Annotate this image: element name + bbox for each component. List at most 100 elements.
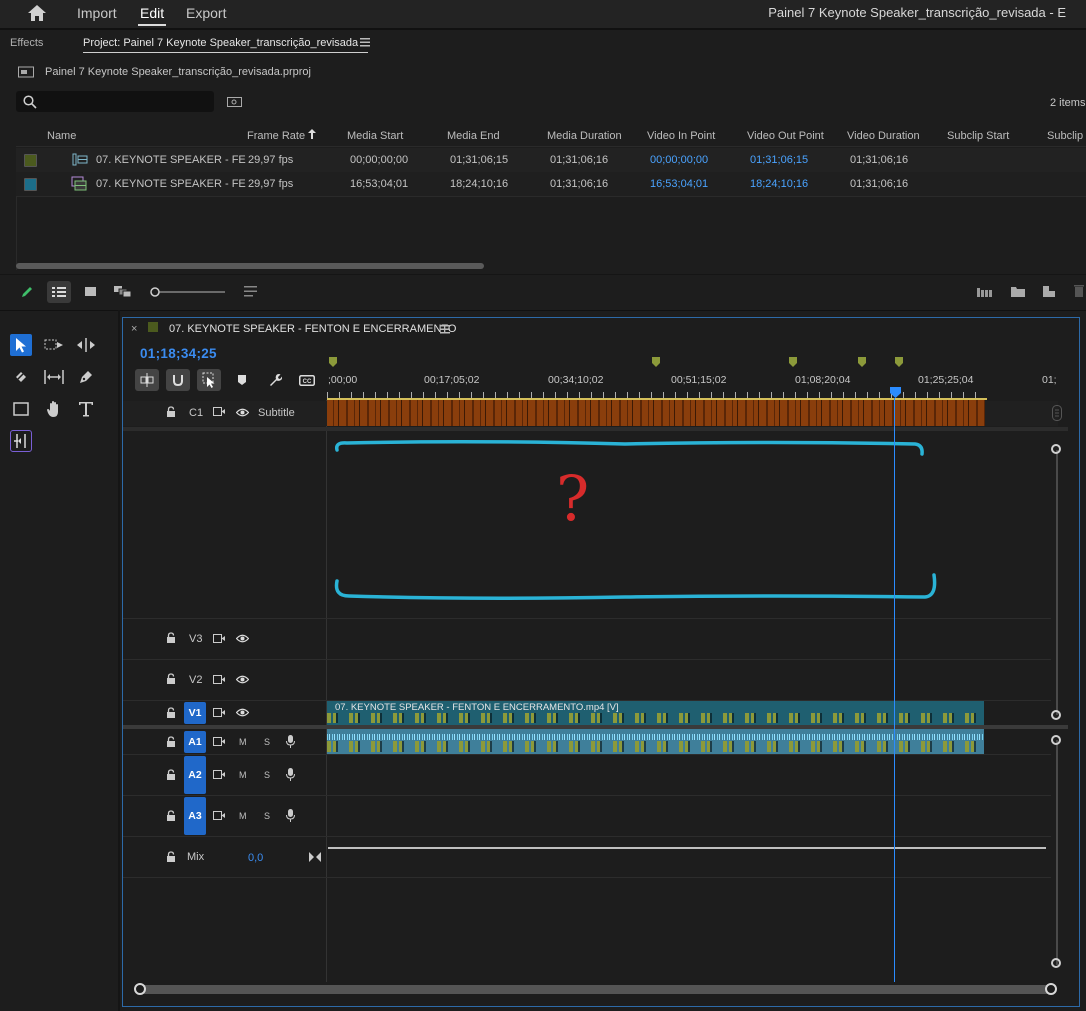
sync-lock-icon[interactable] <box>213 770 225 779</box>
column-video-in-point[interactable]: Video In Point <box>647 130 715 142</box>
captions-icon[interactable]: CC <box>299 375 315 386</box>
search-input[interactable] <box>16 91 214 112</box>
mute-button[interactable]: M <box>239 737 247 747</box>
subtitle-clip[interactable] <box>327 400 985 426</box>
column-media-duration[interactable]: Media Duration <box>547 130 622 142</box>
playhead-timecode[interactable]: 01;18;34;25 <box>140 346 217 361</box>
mute-button[interactable]: M <box>239 770 247 780</box>
menu-edit[interactable]: Edit <box>137 5 167 26</box>
column-subclip[interactable]: Subclip <box>1047 130 1083 142</box>
close-sequence-icon[interactable]: × <box>131 323 137 335</box>
solo-button[interactable]: S <box>264 811 270 821</box>
sync-lock-icon[interactable] <box>213 811 225 820</box>
home-icon[interactable] <box>27 4 47 22</box>
track-label-v2[interactable]: V2 <box>189 674 202 686</box>
column-media-start[interactable]: Media Start <box>347 130 403 142</box>
track-target-v1[interactable]: V1 <box>184 702 206 724</box>
column-frame-rate[interactable]: Frame Rate <box>247 130 305 142</box>
find-bin-icon[interactable] <box>227 96 242 107</box>
remix-tool[interactable] <box>10 430 32 452</box>
rectangle-tool[interactable] <box>10 398 32 420</box>
voice-over-mic-icon[interactable] <box>286 768 295 781</box>
sequence-tab[interactable]: 07. KEYNOTE SPEAKER - FENTON E ENCERRAME… <box>169 323 457 335</box>
type-tool[interactable] <box>75 398 97 420</box>
razor-tool[interactable] <box>10 366 32 388</box>
sync-lock-icon[interactable] <box>213 407 225 416</box>
video-clip[interactable]: 07. KEYNOTE SPEAKER - FENTON E ENCERRAME… <box>327 701 984 725</box>
sequence-panel-menu-icon[interactable] <box>440 325 450 334</box>
sync-lock-icon[interactable] <box>213 634 225 643</box>
sync-lock-icon[interactable] <box>213 737 225 746</box>
list-view-button[interactable] <box>47 281 71 303</box>
lock-icon[interactable] <box>166 673 176 685</box>
insert-nest-button[interactable] <box>135 369 159 391</box>
eye-icon[interactable] <box>236 408 249 417</box>
selection-tool[interactable] <box>10 334 32 356</box>
menu-export[interactable]: Export <box>186 5 226 21</box>
track-target-a3[interactable]: A3 <box>184 797 206 835</box>
hand-tool[interactable] <box>43 398 65 420</box>
icon-view-icon[interactable] <box>85 287 96 296</box>
video-scroll-bottom-handle[interactable] <box>1051 710 1061 720</box>
row-video-in-point[interactable]: 16;53;04;01 <box>650 178 708 190</box>
audio-clip[interactable] <box>327 729 984 754</box>
new-bin-icon[interactable] <box>1011 286 1025 297</box>
sort-icons-icon[interactable] <box>244 286 257 297</box>
zoom-right-handle[interactable] <box>1045 983 1057 995</box>
mix-volume-value[interactable]: 0,0 <box>248 852 263 864</box>
lock-icon[interactable] <box>166 707 176 719</box>
sync-lock-icon[interactable] <box>213 708 225 717</box>
automate-to-sequence-icon[interactable] <box>977 288 993 297</box>
track-target-a1[interactable]: A1 <box>184 731 206 753</box>
add-marker-icon[interactable] <box>237 374 247 386</box>
panel-menu-icon[interactable] <box>360 38 370 47</box>
settings-wrench-icon[interactable] <box>268 373 282 387</box>
video-scroll-top-handle[interactable] <box>1051 444 1061 454</box>
menu-import[interactable]: Import <box>77 5 117 21</box>
lock-icon[interactable] <box>166 736 176 748</box>
trash-icon[interactable] <box>1074 285 1084 297</box>
list-item[interactable]: 07. KEYNOTE SPEAKER - FE 29,97 fps 00;00… <box>16 148 1086 173</box>
tab-project[interactable]: Project: Painel 7 Keynote Speaker_transc… <box>83 37 358 49</box>
column-media-end[interactable]: Media End <box>447 130 500 142</box>
playhead-line[interactable] <box>894 398 895 982</box>
track-label-v3[interactable]: V3 <box>189 633 202 645</box>
horizontal-scrollbar[interactable] <box>16 263 484 269</box>
lock-icon[interactable] <box>166 769 176 781</box>
lock-icon[interactable] <box>166 851 176 863</box>
ripple-edit-tool[interactable] <box>75 334 97 356</box>
solo-button[interactable]: S <box>264 737 270 747</box>
timeline-zoom-scrollbar[interactable] <box>140 985 1052 994</box>
audio-scroll-bottom-handle[interactable] <box>1051 958 1061 968</box>
column-name[interactable]: Name <box>47 130 76 142</box>
eye-icon[interactable] <box>236 708 249 717</box>
lock-icon[interactable] <box>166 406 176 418</box>
mute-button[interactable]: M <box>239 811 247 821</box>
linked-selection-button[interactable] <box>197 369 221 391</box>
row-video-out-point[interactable]: 01;31;06;15 <box>750 154 808 166</box>
label-color-swatch[interactable] <box>24 178 37 191</box>
new-item-icon[interactable] <box>1043 286 1055 297</box>
freeform-view-icon[interactable] <box>114 286 132 297</box>
solo-button[interactable]: S <box>264 770 270 780</box>
mix-collapse-icon[interactable] <box>309 852 321 862</box>
row-video-in-point[interactable]: 00;00;00;00 <box>650 154 708 166</box>
column-video-out-point[interactable]: Video Out Point <box>747 130 824 142</box>
pen-tool[interactable] <box>75 366 97 388</box>
column-subclip-start[interactable]: Subclip Start <box>947 130 1009 142</box>
lock-icon[interactable] <box>166 632 176 644</box>
mix-volume-line[interactable] <box>328 847 1046 849</box>
label-color-swatch[interactable] <box>24 154 37 167</box>
zoom-slider[interactable] <box>149 286 227 298</box>
snap-button[interactable] <box>166 369 190 391</box>
track-scroll-icon[interactable] <box>1052 405 1062 421</box>
voice-over-mic-icon[interactable] <box>286 735 295 748</box>
list-item[interactable]: 07. KEYNOTE SPEAKER - FE 29,97 fps 16;53… <box>16 172 1086 197</box>
column-video-duration[interactable]: Video Duration <box>847 130 920 142</box>
pencil-icon[interactable] <box>20 285 34 299</box>
row-video-out-point[interactable]: 18;24;10;16 <box>750 178 808 190</box>
lock-icon[interactable] <box>166 810 176 822</box>
tab-effects[interactable]: Effects <box>10 37 43 49</box>
audio-scroll-top-handle[interactable] <box>1051 735 1061 745</box>
eye-icon[interactable] <box>236 675 249 684</box>
